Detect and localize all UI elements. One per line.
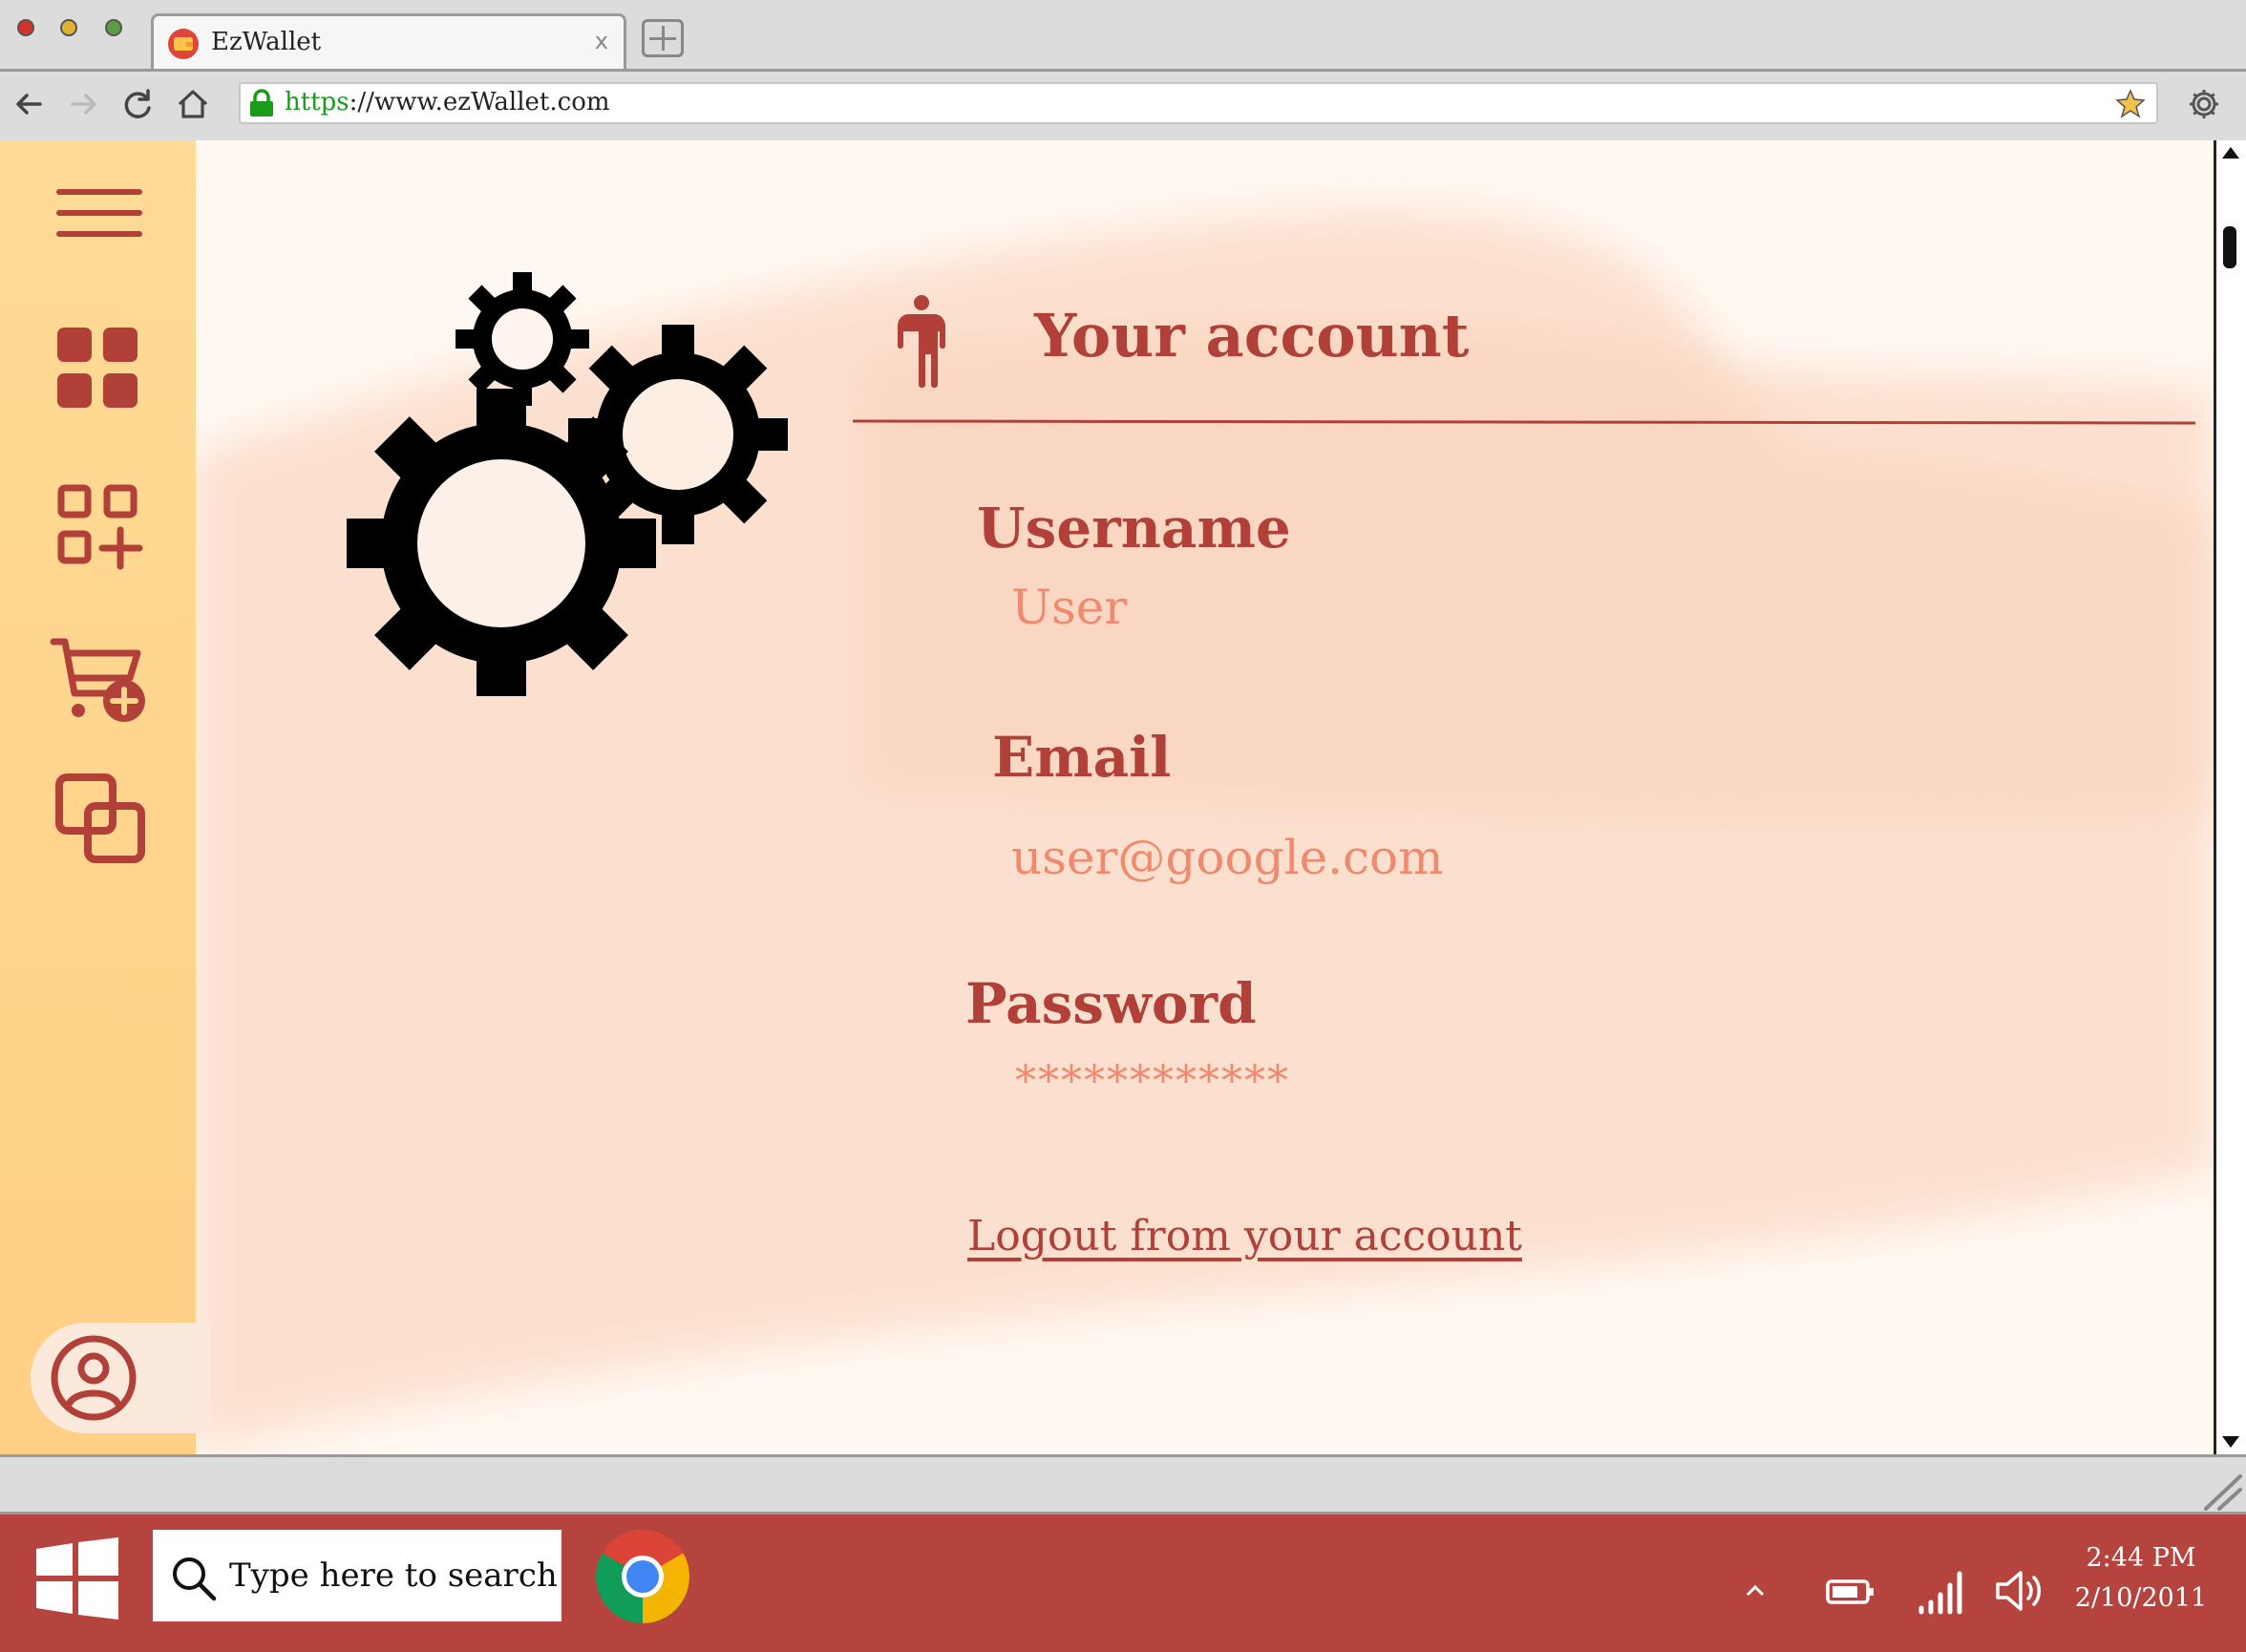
overlapping-squares-icon[interactable]	[50, 766, 157, 873]
bookmark-star-icon[interactable]	[2114, 88, 2147, 118]
profile-button[interactable]	[31, 1323, 210, 1433]
browser-statusbar	[0, 1454, 2246, 1514]
logout-link[interactable]: Logout from your account	[967, 1212, 1522, 1260]
scroll-down-arrow-icon[interactable]	[2220, 1433, 2241, 1451]
page-viewport: Your account Username User Email user@go…	[0, 140, 2214, 1454]
search-placeholder: Type here to search	[229, 1557, 558, 1595]
browser-settings-gear-icon[interactable]	[2185, 85, 2223, 123]
scroll-up-arrow-icon[interactable]	[2220, 144, 2241, 161]
add-category-grid-icon[interactable]	[50, 475, 157, 582]
dashboard-grid-icon[interactable]	[50, 312, 157, 419]
person-icon	[898, 295, 945, 388]
taskbar-search-box[interactable]: Type here to search	[153, 1530, 562, 1621]
password-label: Password	[965, 971, 1257, 1036]
vertical-scrollbar[interactable]	[2214, 140, 2246, 1454]
settings-gears-icon	[347, 272, 788, 696]
new-tab-button[interactable]	[642, 19, 684, 57]
url-scheme: https	[285, 88, 350, 116]
url-text: https://www.ezWallet.com	[285, 88, 610, 116]
username-label: Username	[977, 496, 1291, 561]
hamburger-menu-icon[interactable]	[50, 159, 157, 266]
reload-icon[interactable]	[118, 85, 157, 123]
url-host: ://www.ezWallet.com	[349, 88, 610, 116]
tab-close-button[interactable]: x	[595, 28, 608, 54]
browser-titlebar: EzWallet x	[0, 0, 2246, 69]
password-value: ************	[1015, 1057, 1290, 1106]
email-label: Email	[992, 725, 1172, 790]
window-minimize-button[interactable]	[60, 19, 77, 36]
volume-speaker-icon[interactable]	[1994, 1568, 2045, 1614]
sidebar	[0, 140, 210, 1454]
window-maximize-button[interactable]	[105, 19, 122, 36]
browser-tab[interactable]: EzWallet x	[151, 13, 626, 69]
home-icon[interactable]	[174, 85, 212, 123]
email-value: user@google.com	[1011, 830, 1444, 885]
chrome-browser-icon[interactable]	[594, 1528, 691, 1625]
clock-date[interactable]: 2/10/2011	[2053, 1583, 2229, 1613]
scrollbar-thumb[interactable]	[2223, 226, 2236, 268]
back-arrow-icon[interactable]	[10, 85, 48, 123]
os-taskbar: Type here to search 2:44 PM 2/10/2011	[0, 1514, 2246, 1652]
wallet-favicon-icon	[168, 29, 199, 59]
heading-divider	[853, 419, 2195, 425]
browser-navbar: https://www.ezWallet.com	[0, 69, 2246, 139]
username-value: User	[1011, 580, 1128, 635]
page-title: Your account	[1034, 301, 1470, 371]
clock-time[interactable]: 2:44 PM	[2053, 1543, 2229, 1573]
tray-expand-chevron-icon[interactable]	[1744, 1581, 1767, 1600]
battery-icon[interactable]	[1826, 1578, 1875, 1606]
secure-lock-icon	[250, 89, 273, 116]
network-signal-icon[interactable]	[1916, 1568, 1967, 1616]
forward-arrow-icon[interactable]	[65, 85, 103, 123]
address-bar[interactable]: https://www.ezWallet.com	[239, 82, 2158, 124]
cart-add-icon[interactable]	[50, 623, 157, 730]
user-circle-icon	[51, 1335, 137, 1421]
resize-grip-icon[interactable]	[2200, 1472, 2242, 1511]
search-icon	[173, 1557, 217, 1601]
windows-start-icon[interactable]	[36, 1537, 118, 1620]
window-close-button[interactable]	[17, 19, 34, 36]
tab-title: EzWallet	[211, 28, 322, 56]
